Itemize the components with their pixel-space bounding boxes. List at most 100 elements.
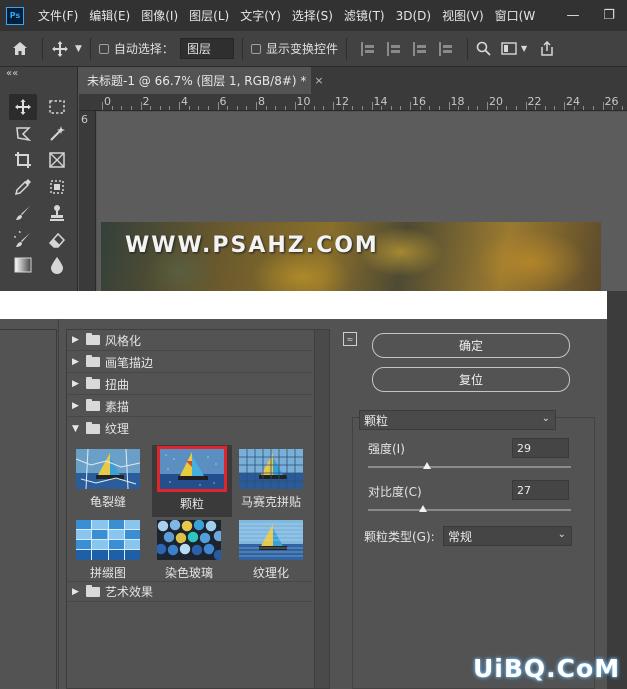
rectangular-marquee-icon[interactable] [43,94,71,120]
contrast-slider-track[interactable] [368,509,571,511]
brush-icon[interactable] [9,200,37,226]
contrast-input[interactable]: 27 [512,480,569,500]
share-icon[interactable] [539,41,555,56]
dialog-title-strip [0,291,607,319]
chevron-down-icon[interactable]: ▼ [75,44,82,54]
menu-bar: Ps 文件(F) 编辑(E) 图像(I) 图层(L) 文字(Y) 选择(S) 滤… [0,0,627,31]
eyedropper-icon[interactable] [9,174,37,200]
history-brush-icon[interactable] [9,227,37,253]
filter-category-tree: ▶ 风格化 ▶ 画笔描边 ▶ 扭曲 ▶ 素描 ▼ 纹理 龟裂缝 颗粒 马赛克拼贴… [66,329,330,689]
ruler-tick [487,102,488,110]
menu-filter[interactable]: 滤镜(T) [344,7,385,24]
folder-icon [86,355,100,367]
intensity-slider-track[interactable] [368,466,571,468]
eraser-icon[interactable] [43,227,71,253]
ruler-tick [333,102,334,110]
intensity-label: 强度(I) [368,442,405,456]
menu-window[interactable]: 窗口(W [495,7,536,24]
grain-type-dropdown[interactable]: 常规 ⌄ [443,526,572,546]
restore-button[interactable]: ❐ [591,8,627,23]
show-transform-checkbox[interactable] [250,43,261,54]
close-icon[interactable]: × [314,74,323,87]
workspace-icon[interactable] [501,42,517,55]
intensity-slider-thumb[interactable] [422,462,431,469]
align-left-icon[interactable] [360,41,375,56]
reset-button[interactable]: 复位 [372,367,570,392]
filter-patchwork[interactable]: 拼缀图 [76,520,152,586]
gradient-icon[interactable] [9,252,37,278]
filter-grain[interactable]: 颗粒 [152,445,232,517]
frame-icon[interactable] [43,147,71,173]
category-stylize[interactable]: ▶ 风格化 [67,330,313,351]
menu-layer[interactable]: 图层(L) [189,7,229,24]
filter-type-dropdown[interactable]: 颗粒 ⌄ [359,410,556,430]
collapse-gallery-icon[interactable]: ≈ [343,332,357,346]
crop-icon[interactable] [9,147,37,173]
filter-label: 纹理化 [252,566,289,580]
move-tool-icon[interactable] [51,40,69,58]
filter-label: 拼缀图 [89,566,126,580]
chevron-down-icon[interactable]: ▼ [521,44,527,53]
ruler-tick [130,106,132,110]
ruler-tick [602,102,604,110]
window-controls: — ❐ [555,0,627,31]
auto-select-target-dropdown[interactable]: 图层 [179,38,234,59]
category-artistic[interactable]: ▶ 艺术效果 [67,581,313,602]
ruler-tick [150,106,152,110]
collapse-arrow-icon: ▼ [72,423,79,434]
home-icon[interactable] [12,41,28,56]
collapse-panel-icon[interactable]: «« [6,68,18,79]
clone-stamp-icon[interactable] [43,200,71,226]
tree-scrollbar[interactable] [314,330,329,688]
menu-edit[interactable]: 编辑(E) [89,7,130,24]
spot-healing-icon[interactable] [43,174,71,200]
intensity-input[interactable]: 29 [512,438,569,458]
contrast-slider-thumb[interactable] [418,505,427,512]
ruler-tick [159,106,161,110]
menu-select[interactable]: 选择(S) [292,7,333,24]
ruler-tick [256,102,257,110]
document-tab[interactable]: 未标题-1 @ 66.7% (图层 1, RGB/8#) * × [79,67,324,94]
filter-stained-glass[interactable]: 染色玻璃 [157,520,233,586]
distribute-icon[interactable] [438,41,453,56]
filter-gallery-dialog: ▶ 风格化 ▶ 画笔描边 ▶ 扭曲 ▶ 素描 ▼ 纹理 龟裂缝 颗粒 马赛克拼贴… [0,319,607,689]
filter-thumbnail [76,520,140,560]
align-center-icon[interactable] [386,41,401,56]
dialog-edge [607,291,627,689]
expand-arrow-icon: ▶ [72,357,79,367]
align-right-icon[interactable] [412,41,427,56]
filter-texturizer[interactable]: 纹理化 [239,520,315,586]
auto-select-checkbox[interactable] [98,43,109,54]
preview-frame [0,329,57,689]
category-distort[interactable]: ▶ 扭曲 [67,374,313,395]
search-icon[interactable] [476,41,491,56]
minimize-button[interactable]: — [555,8,591,23]
ruler-tick [573,106,575,110]
category-texture[interactable]: ▼ 纹理 [67,418,313,439]
filter-craquelure[interactable]: 龟裂缝 [76,449,152,515]
menu-view[interactable]: 视图(V) [442,7,484,24]
ruler-tick [525,102,527,110]
filter-preview-pane[interactable] [0,319,59,689]
ruler-tick [515,106,517,110]
show-transform-label: 显示变换控件 [265,42,338,56]
lasso-icon[interactable] [9,121,37,147]
magic-wand-icon[interactable] [43,121,71,147]
ruler-number: 2 [142,95,150,108]
move-tool-icon[interactable] [9,94,37,120]
ruler-tick [227,106,229,110]
filter-mosaic-tiles[interactable]: 马赛克拼贴 [239,449,315,515]
menu-image[interactable]: 图像(I) [141,7,178,24]
folder-icon [86,584,100,597]
expand-arrow-icon: ▶ [72,586,79,597]
category-brush-strokes[interactable]: ▶ 画笔描边 [67,352,313,373]
menu-type[interactable]: 文字(Y) [240,7,281,24]
blur-drop-icon[interactable] [43,252,71,278]
ruler-number: 4 [181,95,188,108]
menu-file[interactable]: 文件(F) [38,7,78,24]
ruler-tick [313,106,315,110]
ok-button[interactable]: 确定 [372,333,570,358]
chevron-down-icon: ⌄ [557,529,566,540]
menu-3d[interactable]: 3D(D) [396,9,431,23]
category-sketch[interactable]: ▶ 素描 [67,396,313,417]
